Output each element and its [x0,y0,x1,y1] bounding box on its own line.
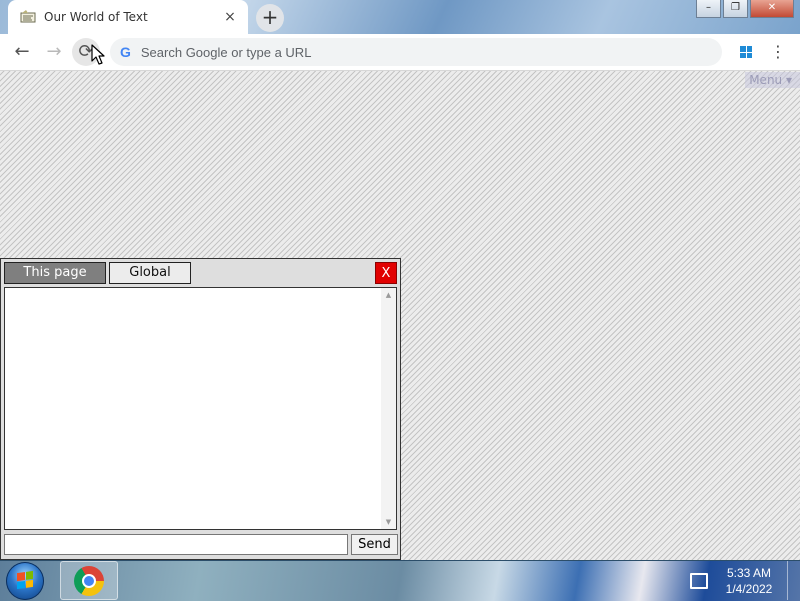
clock-time: 5:33 AM [726,566,772,580]
clock-date: 1/4/2022 [725,582,773,596]
window-controls: – ❐ ✕ [696,0,794,18]
system-clock[interactable]: 5:33 AM 1/4/2022 [716,565,782,597]
tab-global[interactable]: Global [109,262,191,284]
network-icon[interactable] [690,573,708,589]
new-tab-button[interactable]: + [256,4,284,32]
menu-dots-icon[interactable]: ⋮ [770,40,786,64]
chat-window: This page Global X ▲ ▼ Send [0,258,401,560]
maximize-button[interactable]: ❐ [723,0,748,18]
page-canvas[interactable]: Menu ▾ This page Global X ▲ ▼ Send [0,71,800,560]
back-arrow-icon[interactable]: ← [8,38,36,66]
chat-message-input[interactable] [4,534,348,555]
forward-arrow-icon[interactable]: → [40,38,68,66]
minimize-button[interactable]: – [696,0,721,18]
chrome-icon [74,566,104,596]
scroll-down-icon[interactable]: ▼ [381,515,396,529]
favicon-icon [20,10,36,23]
start-orb-icon[interactable] [6,562,44,600]
windows-extension-icon[interactable] [740,46,752,58]
chat-log: ▲ ▼ [4,287,397,530]
tab-this-page[interactable]: This page [4,262,106,284]
browser-titlebar: Our World of Text × + – ❐ ✕ [0,0,800,34]
scroll-up-icon[interactable]: ▲ [381,288,396,302]
google-g-icon: G [120,44,131,60]
chat-scrollbar[interactable]: ▲ ▼ [381,288,396,529]
tab-title: Our World of Text [44,10,148,24]
omnibox[interactable]: G [110,38,722,66]
chat-close-button[interactable]: X [375,262,397,284]
taskbar-chrome-button[interactable] [60,561,118,600]
browser-tab[interactable]: Our World of Text × [8,0,248,34]
cursor-icon [91,44,105,65]
send-button[interactable]: Send [351,534,398,555]
browser-toolbar: ← → ⟳ G ⋮ [0,34,800,71]
page-menu-button[interactable]: Menu ▾ [745,72,800,88]
tab-close-icon[interactable]: × [222,9,238,25]
taskbar: 5:33 AM 1/4/2022 [0,560,800,601]
show-desktop-button[interactable] [787,561,800,600]
window-close-button[interactable]: ✕ [750,0,794,18]
address-input[interactable] [138,43,722,61]
